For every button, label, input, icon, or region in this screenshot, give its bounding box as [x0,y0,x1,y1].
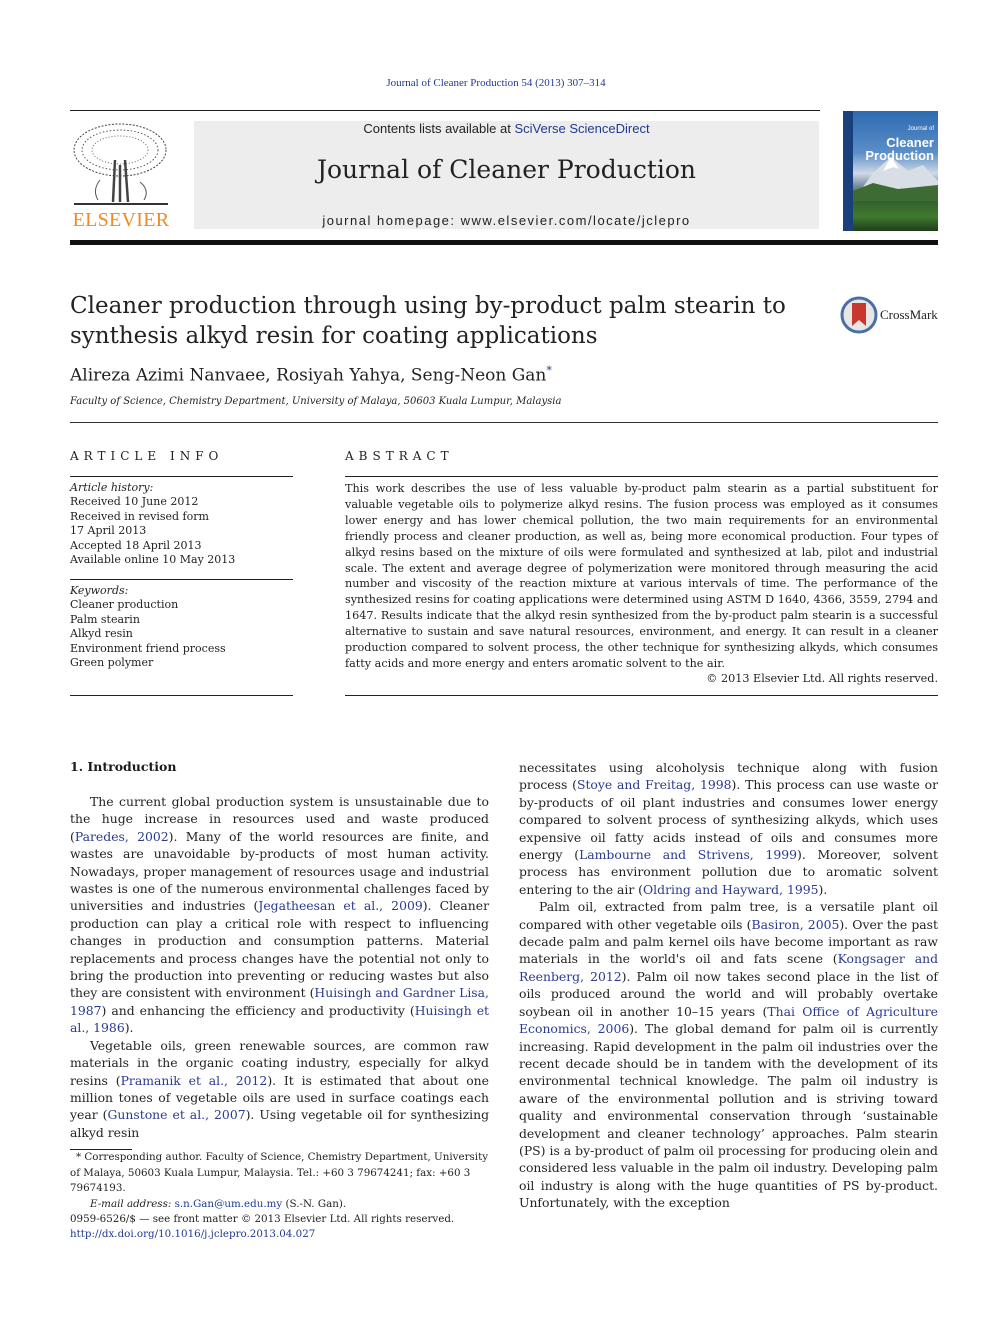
citation-link[interactable]: Jegatheesan et al., 2009 [258,898,422,913]
crossmark-icon [840,296,878,334]
homepage-link[interactable]: www.elsevier.com/locate/jclepro [461,213,691,228]
history-item: Accepted 18 April 2013 [70,538,202,552]
body-column-left: The current global production system is … [70,793,489,1141]
history-label: Article history: [70,481,154,494]
article-info-rule [70,476,293,477]
sciencedirect-link[interactable]: SciVerse ScienceDirect [514,121,649,136]
doi-link[interactable]: http://dx.doi.org/10.1016/j.jclepro.2013… [70,1227,490,1242]
author-list: Alireza Azimi Nanvaee, Rosiyah Yahya, Se… [70,364,552,386]
email-link[interactable]: s.n.Gan@um.edu.my [175,1198,283,1210]
body-column-right: necessitates using alcoholysis technique… [519,759,938,1212]
body-paragraph: The current global production system is … [70,793,489,1037]
body-text: ). [818,881,828,897]
header-thick-rule [70,240,938,245]
footnote-text: Corresponding author. Faculty of Science… [70,1151,489,1195]
issn-line: 0959-6526/$ — see front matter © 2013 El… [70,1213,455,1225]
homepage-line: journal homepage: www.elsevier.com/locat… [194,213,819,228]
article-info-bottom-rule [70,695,293,696]
citation-link[interactable]: Pramanik et al., 2012 [121,1073,268,1088]
email-label: E-mail address: [90,1197,175,1210]
elsevier-wordmark: ELSEVIER [72,209,170,231]
history-item: 17 April 2013 [70,524,147,538]
body-paragraph: Vegetable oils, green renewable sources,… [70,1037,489,1141]
email-suffix: (S.-N. Gan). [282,1197,347,1210]
body-text: ). [124,1020,134,1036]
citation-link[interactable]: Stoye and Freitag, 1998 [577,777,732,792]
cover-title-line2: Production [865,148,934,163]
article-history: Article history: Received 10 June 2012 R… [70,481,293,567]
crossmark-badge[interactable]: CrossMark [840,296,940,336]
affiliation-rule [70,422,938,423]
contents-line: Contents lists available at SciVerse Sci… [194,121,819,136]
keywords-label: Keywords: [70,584,129,597]
citation-link[interactable]: Gunstone et al., 2007 [108,1107,246,1122]
keyword-item: Cleaner production [70,598,179,612]
keyword-item: Alkyd resin [70,627,133,641]
citation-link[interactable]: Paredes, 2002 [75,829,169,844]
abstract-heading: ABSTRACT [345,449,454,463]
corresponding-author-marker[interactable]: * [546,364,552,377]
abstract-copyright: © 2013 Elsevier Ltd. All rights reserved… [706,672,938,685]
journal-banner: Contents lists available at SciVerse Sci… [194,121,819,229]
article-info-heading: ARTICLE INFO [70,449,224,463]
cover-strip [843,111,853,231]
keyword-item: Palm stearin [70,612,140,626]
elsevier-logo[interactable]: ELSEVIER [70,120,172,232]
citation-link[interactable]: Oldring and Hayward, 1995 [643,882,818,897]
journal-name: Journal of Cleaner Production [316,155,697,184]
abstract-rule [345,476,938,477]
body-text: ) and enhancing the efficiency and produ… [101,1002,415,1018]
history-item: Received in revised form [70,509,209,523]
footnote-email: E-mail address: s.n.Gan@um.edu.my (S.-N.… [70,1197,490,1213]
authors-text: Alireza Azimi Nanvaee, Rosiyah Yahya, Se… [70,365,547,386]
body-paragraph: Palm oil, extracted from palm tree, is a… [519,898,938,1211]
affiliation: Faculty of Science, Chemistry Department… [70,396,562,407]
cover-title: Journal of Cleaner Production [865,123,934,162]
front-matter: 0959-6526/$ — see front matter © 2013 El… [70,1212,490,1241]
header-rule [70,110,820,111]
tree-icon [73,123,168,205]
footnote: * Corresponding author. Faculty of Scien… [70,1150,490,1212]
introduction-heading: 1. Introduction [70,759,177,774]
body-text: ). The global demand for palm oil is cur… [519,1021,938,1211]
keyword-item: Environment friend process [70,641,226,655]
keywords-rule [70,579,293,580]
contents-prefix: Contents lists available at [363,121,515,136]
article-title: Cleaner production through using by-prod… [70,293,786,349]
homepage-prefix: journal homepage: [322,213,461,228]
keyword-item: Green polymer [70,656,154,670]
abstract-text: This work describes the use of less valu… [345,482,938,670]
crossmark-label: CrossMark [880,307,938,322]
journal-cover-image[interactable]: Journal of Cleaner Production [843,111,938,231]
citation-link[interactable]: Basiron, 2005 [752,917,840,932]
keywords: Keywords: Cleaner production Palm steari… [70,584,293,670]
history-item: Received 10 June 2012 [70,495,199,509]
abstract-bottom-rule [345,695,938,696]
body-paragraph: necessitates using alcoholysis technique… [519,759,938,898]
journal-reference-link[interactable]: Journal of Cleaner Production 54 (2013) … [0,77,992,89]
history-item: Available online 10 May 2013 [70,553,236,567]
footnote-corresponding: * Corresponding author. Faculty of Scien… [70,1150,490,1197]
citation-link[interactable]: Lambourne and Strivens, 1999 [579,847,797,862]
